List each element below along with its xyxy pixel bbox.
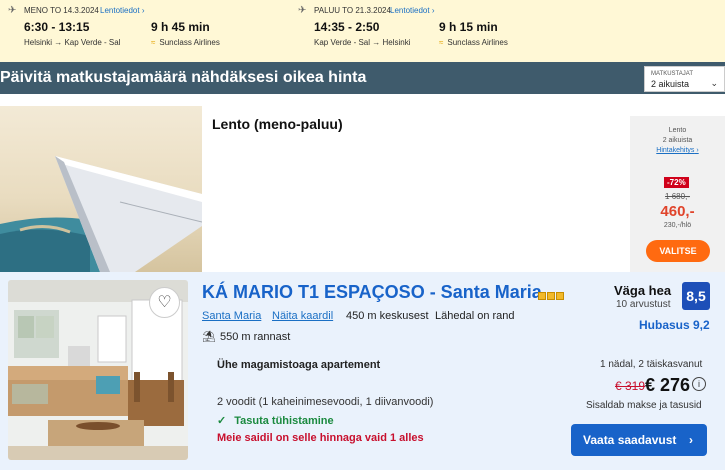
outbound-flight: ✈ MENO TO 14.3.2024 Lentotiedot › 6:30 -… bbox=[8, 0, 298, 62]
airline-logo-icon: ≈ bbox=[439, 38, 444, 47]
flight-itinerary-strip: ✈ MENO TO 14.3.2024 Lentotiedot › 6:30 -… bbox=[0, 0, 725, 62]
travelers-value: 2 aikuista bbox=[651, 79, 690, 89]
travelers-label: MATKUSTAJAT bbox=[651, 71, 693, 77]
travelers-select[interactable]: MATKUSTAJAT 2 aikuista ⌄ bbox=[644, 66, 725, 92]
distance-center: 450 m keskusest bbox=[346, 310, 429, 322]
beach-distance-row: ⛱ 550 m rannast bbox=[202, 330, 290, 343]
flight-per-person-price: 230,-/hlö bbox=[663, 222, 692, 229]
chevron-down-icon: ⌄ bbox=[710, 78, 718, 88]
stay-summary: 1 nädal, 2 täiskasvanut bbox=[600, 359, 703, 370]
rating-word: Väga hea bbox=[614, 283, 672, 298]
star-rating bbox=[538, 287, 565, 305]
review-count[interactable]: 10 arvustust bbox=[616, 299, 670, 310]
flight-title: Lento (meno-paluu) bbox=[212, 116, 343, 132]
plane-icon: ✈ bbox=[298, 5, 307, 16]
flight-new-price: 460,- bbox=[660, 203, 695, 220]
plane-icon: ✈ bbox=[8, 5, 17, 16]
panel-label: Lento bbox=[668, 127, 687, 134]
outbound-route: Helsinki → Kap Verde - Sal bbox=[24, 38, 121, 47]
free-cancellation: ✓ Tasuta tühistamine bbox=[217, 415, 334, 427]
room-type: Ühe magamistoaga apartement bbox=[217, 359, 381, 371]
beach-icon: ⛱ bbox=[202, 331, 216, 343]
return-flight: ✈ PALUU TO 21.3.2024 Lentotiedot › 14:35… bbox=[298, 0, 598, 62]
show-on-map-link[interactable]: Näita kaardil bbox=[272, 310, 333, 322]
return-airline: ≈ Sunclass Airlines bbox=[439, 38, 508, 47]
beach-distance: 550 m rannast bbox=[219, 331, 291, 343]
outbound-details-link[interactable]: Lentotiedot › bbox=[100, 6, 144, 15]
panel-pax: 2 aikuista bbox=[662, 137, 693, 144]
near-beach: Lähedal on rand bbox=[435, 310, 515, 322]
star-icon bbox=[556, 292, 564, 300]
star-icon bbox=[538, 292, 546, 300]
check-icon: ✓ bbox=[217, 415, 227, 427]
price-includes-note: Sisaldab makse ja tasusid bbox=[586, 400, 702, 411]
outbound-times: 6:30 - 13:15 bbox=[24, 20, 90, 34]
update-travelers-banner: Päivitä matkustajamäärä nähdäksesi oikea… bbox=[0, 62, 725, 94]
price-history-link[interactable]: Hintakehitys › bbox=[630, 147, 725, 154]
see-availability-button[interactable]: Vaata saadavust › bbox=[571, 424, 707, 456]
return-route: Kap Verde - Sal → Helsinki bbox=[314, 38, 411, 47]
outbound-airline: ≈ Sunclass Airlines bbox=[151, 38, 220, 47]
flight-price-panel: Lento 2 aikuista Hintakehitys › -72% 1 6… bbox=[630, 116, 725, 272]
review-score-badge: 8,5 bbox=[682, 282, 710, 310]
banner-text: Päivitä matkustajamäärä nähdäksesi oikea… bbox=[0, 69, 367, 86]
hotel-new-price: € 276 bbox=[645, 375, 691, 395]
hotel-name[interactable]: KÁ MARIO T1 ESPAÇOSO - Santa Maria bbox=[202, 282, 542, 303]
chevron-right-icon: › bbox=[689, 433, 693, 447]
return-date-label: PALUU TO 21.3.2024 bbox=[314, 6, 391, 15]
outbound-duration: 9 h 45 min bbox=[151, 20, 210, 34]
return-duration: 9 h 15 min bbox=[439, 20, 498, 34]
info-icon[interactable]: i bbox=[692, 377, 706, 391]
select-flight-button[interactable]: VALITSE bbox=[646, 240, 710, 262]
location-link[interactable]: Santa Maria bbox=[202, 310, 261, 322]
star-icon bbox=[547, 292, 555, 300]
hotel-old-price: € 319 bbox=[615, 379, 646, 393]
discount-badge: -72% bbox=[664, 177, 689, 188]
scarcity-message: Meie saidil on selle hinnaga vaid 1 alle… bbox=[217, 432, 424, 444]
airplane-wing-photo bbox=[0, 106, 202, 272]
coziness-score: Hubasus 9,2 bbox=[639, 318, 710, 332]
flight-old-price: 1 680,- bbox=[665, 192, 690, 201]
return-times: 14:35 - 2:50 bbox=[314, 20, 380, 34]
return-details-link[interactable]: Lentotiedot › bbox=[390, 6, 434, 15]
favorite-button[interactable]: ♡ bbox=[149, 287, 180, 318]
airline-logo-icon: ≈ bbox=[151, 38, 156, 47]
heart-icon: ♡ bbox=[157, 294, 172, 311]
bed-configuration: 2 voodit (1 kaheinimesevoodi, 1 diivanvo… bbox=[217, 396, 434, 408]
outbound-date-label: MENO TO 14.3.2024 bbox=[24, 6, 99, 15]
